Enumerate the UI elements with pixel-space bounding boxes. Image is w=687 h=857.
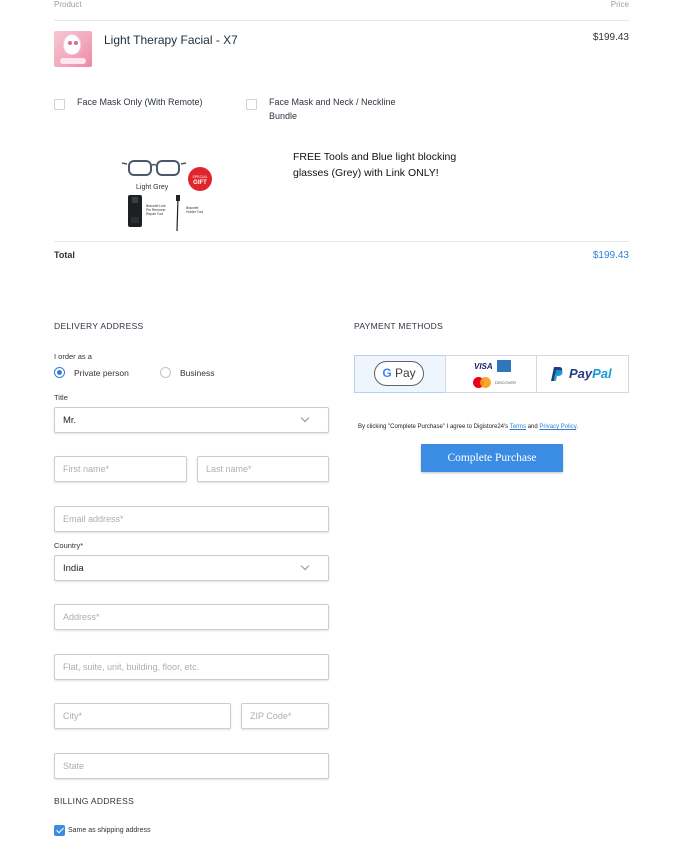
- chevron-down-icon: [300, 413, 310, 423]
- title-label: Title: [54, 393, 68, 402]
- delivery-heading: DELIVERY ADDRESS: [54, 321, 144, 331]
- svg-text:GIFT: GIFT: [193, 180, 207, 186]
- order-as-label: I order as a: [54, 352, 92, 361]
- option-label-mask-only[interactable]: Face Mask Only (With Remote): [77, 96, 203, 109]
- payment-method-cards[interactable]: VISA DISCOVER: [445, 355, 537, 393]
- state-field[interactable]: State: [54, 753, 329, 779]
- paypal-wordmark: PayPal: [569, 366, 612, 381]
- chevron-down-icon: [300, 561, 310, 571]
- option-checkbox-mask-only[interactable]: [54, 99, 65, 110]
- svg-text:SPECIAL: SPECIAL: [192, 175, 207, 179]
- address2-field[interactable]: Flat, suite, unit, building, floor, etc.: [54, 654, 329, 680]
- first-name-field[interactable]: First name*: [54, 456, 187, 482]
- divider: [54, 241, 629, 242]
- radio-business-label[interactable]: Business: [180, 368, 215, 378]
- radio-business[interactable]: [160, 367, 171, 378]
- divider: [54, 20, 629, 21]
- address-field[interactable]: Address*: [54, 604, 329, 630]
- billing-heading: BILLING ADDRESS: [54, 796, 135, 806]
- total-label: Total: [54, 250, 75, 260]
- svg-text:Repair Tool: Repair Tool: [146, 212, 163, 216]
- zip-field[interactable]: ZIP Code*: [241, 703, 329, 729]
- amex-icon: [497, 360, 511, 372]
- country-select-value: India: [63, 563, 84, 574]
- country-select[interactable]: India: [54, 555, 329, 581]
- column-header-product: Product: [54, 0, 82, 9]
- pin-tool-icon: [176, 195, 180, 232]
- gift-image: Light Grey SPECIAL GIFT Bracelet Link Pi…: [121, 160, 212, 232]
- payment-heading: PAYMENT METHODS: [354, 321, 444, 331]
- title-select-value: Mr.: [63, 415, 77, 426]
- terms-link[interactable]: Terms: [510, 424, 526, 430]
- special-gift-badge: SPECIAL GIFT: [188, 167, 212, 191]
- privacy-policy-link[interactable]: Privacy Policy: [539, 424, 576, 430]
- product-title: Light Therapy Facial - X7: [104, 33, 238, 47]
- total-value: $199.43: [592, 250, 629, 261]
- city-field[interactable]: City*: [54, 703, 231, 729]
- same-as-shipping-checkbox[interactable]: [54, 825, 65, 836]
- title-select[interactable]: Mr.: [54, 407, 329, 433]
- paypal-icon: [551, 367, 563, 381]
- column-header-price: Price: [610, 0, 629, 9]
- svg-text:Light Grey: Light Grey: [136, 184, 169, 191]
- payment-method-paypal[interactable]: PayPal: [536, 355, 629, 393]
- email-field[interactable]: Email address*: [54, 506, 329, 532]
- legal-notice: By clicking "Complete Purchase" I agree …: [358, 424, 578, 430]
- option-label-bundle[interactable]: Face Mask and Neck / Neckline: [269, 96, 396, 109]
- google-pay-icon: G Pay: [374, 361, 424, 386]
- mastercard-icon: [473, 377, 491, 388]
- payment-method-google-pay[interactable]: G Pay: [354, 355, 446, 393]
- radio-private-person-label[interactable]: Private person: [74, 368, 129, 378]
- radio-private-person[interactable]: [54, 367, 65, 378]
- gift-description: FREE Tools and Blue light blocking glass…: [293, 151, 457, 179]
- product-thumbnail: [54, 31, 92, 67]
- visa-icon: VISA: [474, 362, 493, 371]
- product-price: $199.43: [592, 32, 629, 43]
- svg-text:Holder Tool: Holder Tool: [186, 210, 203, 214]
- tool-icon: [128, 195, 142, 227]
- discover-icon: DISCOVER: [495, 380, 516, 385]
- option-label-bundle-line2[interactable]: Bundle: [269, 110, 297, 123]
- complete-purchase-button[interactable]: Complete Purchase: [421, 444, 563, 472]
- option-checkbox-bundle[interactable]: [246, 99, 257, 110]
- country-label: Country*: [54, 541, 84, 550]
- last-name-field[interactable]: Last name*: [197, 456, 329, 482]
- glasses-icon: [121, 160, 187, 176]
- same-as-shipping-label[interactable]: Same as shipping address: [68, 827, 151, 834]
